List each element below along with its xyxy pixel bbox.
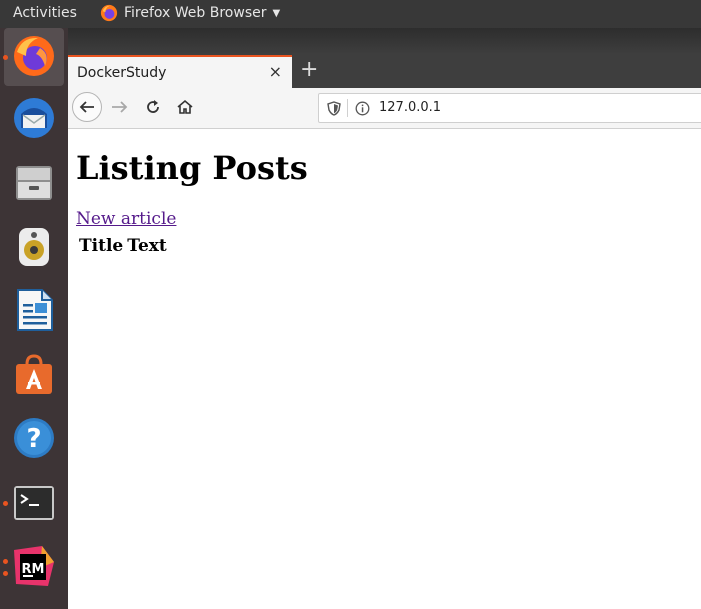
- speaker-icon: [19, 228, 49, 266]
- dock-item-thunderbird[interactable]: [4, 90, 64, 148]
- tab-strip: DockerStudy × +: [68, 28, 701, 88]
- firefox-icon: [14, 36, 54, 76]
- url-text[interactable]: 127.0.0.1: [379, 100, 441, 115]
- new-tab-button[interactable]: +: [300, 57, 318, 82]
- tab-dockerstudy[interactable]: DockerStudy ×: [68, 55, 292, 88]
- dock-item-firefox[interactable]: [3, 28, 64, 86]
- dock-item-files[interactable]: [4, 154, 64, 212]
- running-indicator: [3, 559, 8, 564]
- dock-item-rhythmbox[interactable]: [4, 218, 64, 276]
- thunderbird-icon: [14, 98, 54, 138]
- dock-item-rubymine[interactable]: RM: [3, 538, 64, 596]
- tab-title: DockerStudy: [77, 65, 167, 81]
- url-bar[interactable]: 127.0.0.1: [318, 93, 701, 123]
- close-icon[interactable]: ×: [269, 62, 282, 81]
- svg-text:RM: RM: [22, 562, 45, 577]
- software-store-icon: [16, 354, 52, 394]
- app-menu-label: Firefox Web Browser: [124, 5, 267, 21]
- running-indicator: [3, 501, 8, 506]
- column-header-text: Text: [127, 236, 167, 256]
- url-separator: [347, 99, 348, 117]
- dock-item-help[interactable]: ?: [4, 410, 64, 468]
- reload-icon[interactable]: [144, 98, 162, 116]
- help-icon: ?: [14, 418, 54, 458]
- page-content: Listing Posts New article Title Text: [68, 129, 701, 609]
- file-cabinet-icon: [16, 166, 52, 200]
- firefox-icon: [100, 4, 118, 22]
- dock-item-writer[interactable]: [4, 282, 64, 340]
- dock: ? RM: [0, 28, 68, 609]
- back-arrow-icon: [79, 101, 94, 113]
- home-icon[interactable]: [176, 98, 194, 116]
- top-bar: Activities Firefox Web Browser ▼: [0, 0, 701, 28]
- posts-table: Title Text: [76, 233, 170, 259]
- titlebar: [68, 28, 701, 54]
- activities-button[interactable]: Activities: [13, 5, 77, 21]
- dock-item-terminal[interactable]: [3, 474, 64, 532]
- rubymine-icon: RM: [14, 546, 54, 586]
- running-indicator: [3, 571, 8, 576]
- writer-icon: [17, 289, 53, 331]
- chevron-down-icon: ▼: [272, 7, 281, 19]
- dock-item-software[interactable]: [4, 346, 64, 404]
- shield-icon[interactable]: [327, 101, 341, 116]
- back-button[interactable]: [72, 92, 102, 122]
- table-header-row: Title Text: [78, 235, 168, 257]
- info-icon[interactable]: [355, 101, 370, 116]
- terminal-icon: [14, 486, 54, 520]
- running-indicator: [3, 55, 8, 60]
- app-menu[interactable]: Firefox Web Browser ▼: [100, 4, 280, 22]
- forward-arrow-icon[interactable]: [110, 97, 130, 117]
- svg-text:?: ?: [26, 424, 41, 454]
- new-article-link[interactable]: New article: [76, 209, 176, 229]
- column-header-title: Title: [79, 236, 124, 256]
- navigation-toolbar: 127.0.0.1: [68, 88, 701, 129]
- page-title: Listing Posts: [76, 149, 308, 187]
